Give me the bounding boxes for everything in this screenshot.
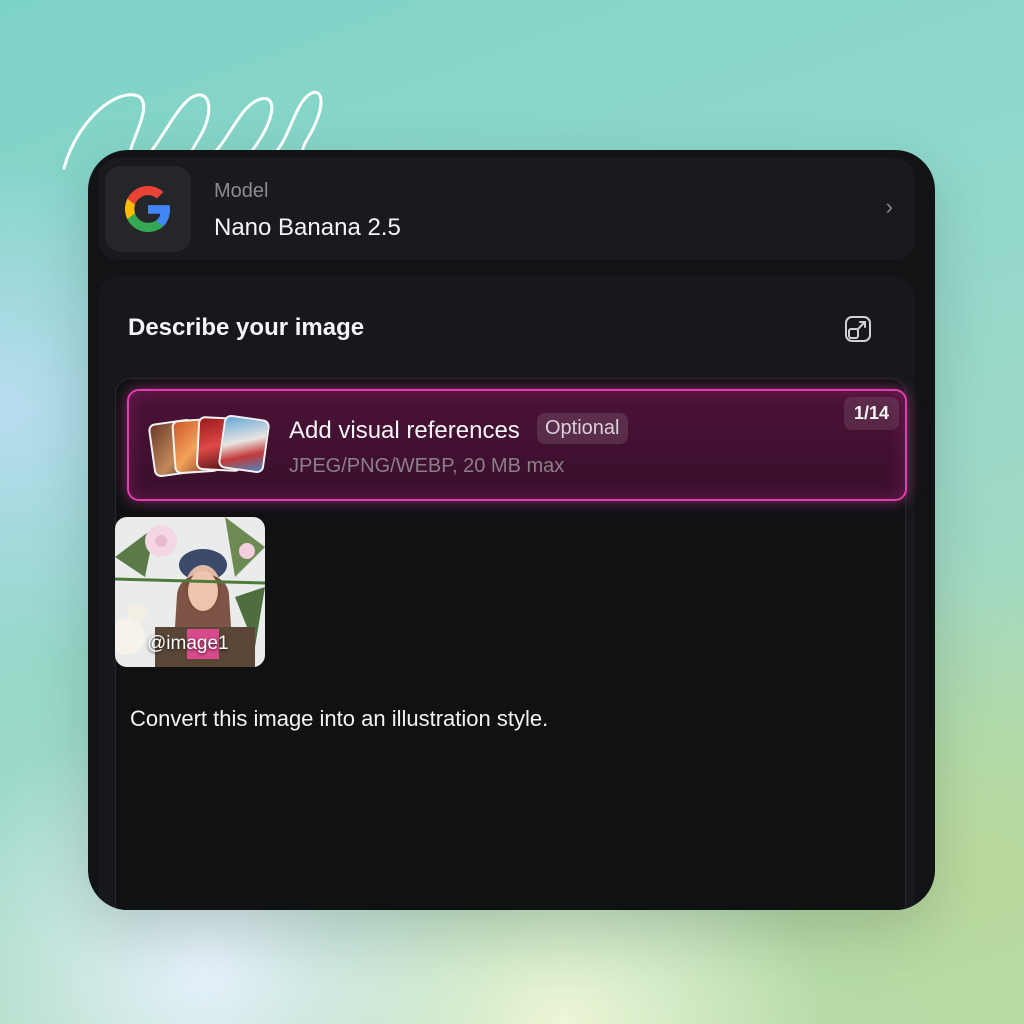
references-title: Add visual references (289, 417, 520, 444)
references-formats: JPEG/PNG/WEBP, 20 MB max (289, 455, 565, 477)
reference-thumbnails (147, 414, 271, 478)
prompt-editor[interactable]: Add visual references Optional JPEG/PNG/… (115, 378, 907, 910)
prompt-title: Describe your image (128, 314, 365, 341)
attached-image[interactable]: @image1 (115, 517, 265, 667)
optional-badge: Optional (537, 413, 628, 444)
chevron-right-icon[interactable]: › (886, 194, 893, 220)
expand-icon[interactable] (843, 314, 873, 344)
references-count: 1/14 (843, 397, 899, 430)
model-name: Nano Banana 2.5 (214, 214, 401, 241)
generator-panel: Model Nano Banana 2.5 › Describe your im… (88, 150, 935, 910)
prompt-section: Describe your image Add visual reference… (98, 276, 915, 910)
model-selector[interactable]: Model Nano Banana 2.5 › (98, 158, 915, 260)
add-references-button[interactable]: Add visual references Optional JPEG/PNG/… (127, 389, 907, 501)
model-logo (105, 166, 191, 252)
google-g-icon (125, 186, 171, 232)
model-label: Model (214, 180, 269, 202)
reference-thumb (217, 414, 271, 474)
image-tag: @image1 (147, 633, 229, 654)
prompt-text[interactable]: Convert this image into an illustration … (130, 706, 548, 732)
